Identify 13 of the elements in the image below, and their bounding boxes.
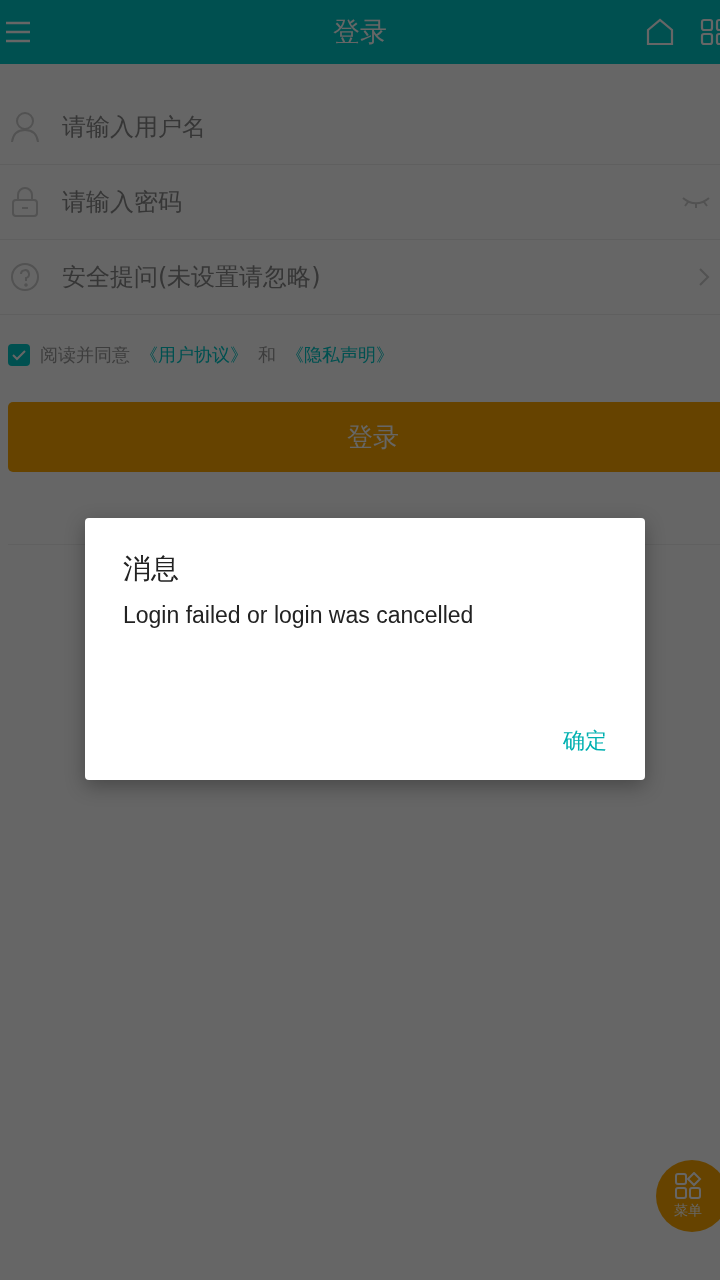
home-icon[interactable] [646,18,674,46]
agree-checkbox[interactable] [8,344,30,366]
ok-button[interactable]: 确定 [553,722,617,760]
privacy-statement-link[interactable]: 《隐私声明》 [286,343,394,367]
dialog-message: Login failed or login was cancelled [123,602,475,629]
grid-icon [674,1172,702,1200]
login-button[interactable]: 登录 [8,402,720,472]
menu-fab[interactable]: 菜单 [656,1160,720,1232]
dialog-title: 消息 [123,551,180,587]
check-icon [12,349,26,361]
menu-icon[interactable] [4,20,32,44]
page-title: 登录 [333,15,387,49]
user-agreement-link[interactable]: 《用户协议》 [140,343,248,367]
